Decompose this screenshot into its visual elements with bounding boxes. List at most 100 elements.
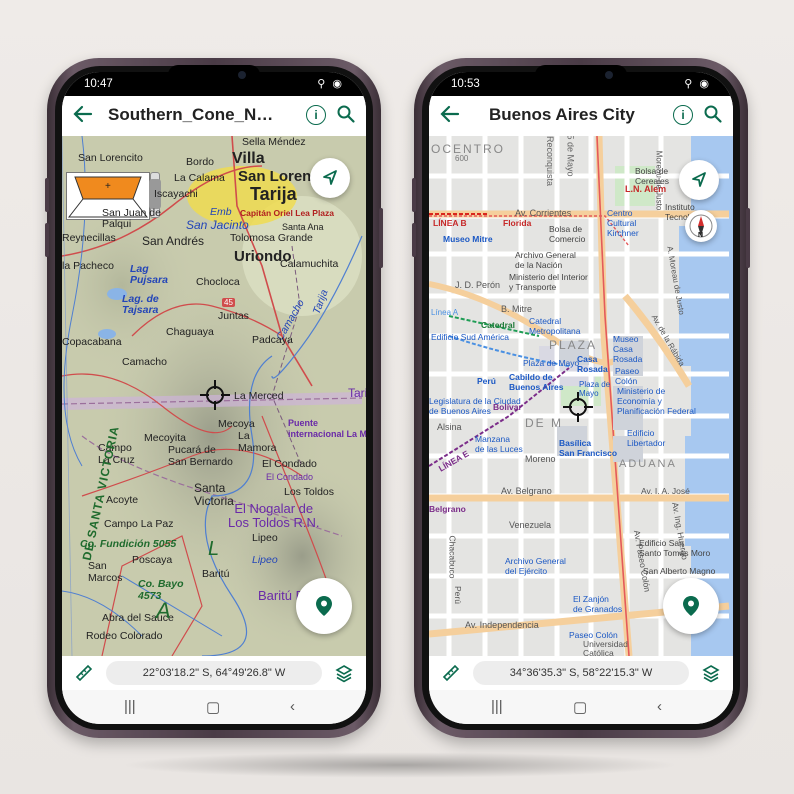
add-placemark-button[interactable] [663, 578, 719, 634]
map-label: J. D. Perón [455, 280, 501, 290]
map-label: Edificio Sud América [431, 332, 509, 342]
volume-button [412, 223, 416, 257]
map-label: la Pacheco [62, 260, 114, 272]
map-label: Venezuela [509, 520, 552, 530]
recents-icon[interactable]: ||| [491, 698, 503, 715]
camera-notch [535, 65, 627, 85]
map-label: Chocloca [196, 276, 240, 288]
map-label: La Calama [174, 172, 225, 184]
map-label: Ministerio del Interior y Transporte [509, 272, 588, 292]
map-label: El Nogalar de Los Toldos R.N. [228, 501, 320, 530]
coordinates-display[interactable]: 34°36'35.3" S, 58°22'15.3" W [473, 661, 689, 685]
map-label: PLAZA [549, 338, 598, 352]
layers-icon[interactable] [701, 663, 721, 688]
info-icon[interactable]: i [306, 105, 326, 125]
map-label: San Alberto Magno [643, 566, 716, 576]
map-label: Florida [503, 218, 532, 228]
map-label: Museo Casa Rosada [613, 334, 643, 364]
volume-button [45, 223, 49, 257]
map-label: 25 de Mayo [565, 136, 576, 177]
topographic-map[interactable]: + Sella Méndez San Lorencito Bordo Villa… [62, 136, 366, 656]
map-label: San Loren [238, 168, 312, 185]
right-phone: 10:53 ⚲ ◉ Buenos Aires City i OCENTRO Re… [412, 58, 750, 738]
status-time: 10:47 [84, 78, 113, 90]
ruler-icon[interactable] [74, 663, 94, 688]
map-label: Tolomosa Grande [230, 232, 313, 244]
volume-button [412, 178, 416, 212]
map-label: Av. I. A. José [641, 486, 690, 496]
map-label: Calamuchita [280, 258, 339, 270]
map-label: Bolsa de Comercio [549, 224, 586, 244]
map-label: Paseo Colón [615, 366, 640, 386]
map-label: Mecoya [218, 418, 255, 430]
map-label: Casa Rosada [577, 354, 608, 374]
svg-text:N: N [698, 232, 703, 239]
map-label: La Merced [234, 390, 284, 402]
map-label: Ministerio de Economía y Planificación F… [617, 386, 696, 416]
layers-icon[interactable] [334, 663, 354, 688]
search-icon[interactable] [703, 104, 723, 129]
map-label: Archivo General del Ejército [505, 556, 566, 576]
map-label: Av. Corrientes [515, 208, 572, 218]
map-label: Plaza de Mayo [523, 358, 580, 368]
map-label: Av. Independencia [465, 620, 539, 630]
ruler-icon[interactable] [441, 663, 461, 688]
map-label: B. Mitre [501, 304, 533, 314]
map-label: Santa Ana [282, 222, 324, 232]
map-title: Buenos Aires City [489, 105, 635, 124]
map-title: Southern_Cone_N… [108, 105, 274, 124]
map-label: Basílica San Francisco [559, 438, 618, 458]
home-icon[interactable]: ▢ [573, 698, 587, 716]
map-label: Perú [477, 376, 496, 386]
back-nav-icon[interactable]: ‹ [290, 698, 295, 715]
left-screen: 10:47 ⚲ ◉ Southern_Cone_N… i + Sella Mén… [62, 72, 366, 724]
add-placemark-button[interactable] [296, 578, 352, 634]
power-button [379, 208, 383, 268]
map-pin-icon [316, 596, 332, 616]
map-label: San Lorencito [78, 152, 143, 164]
svg-text:+: + [105, 181, 111, 192]
map-label: ADUANA [619, 458, 677, 470]
my-location-button[interactable] [679, 160, 719, 200]
map-label: Emb [210, 206, 232, 218]
map-label: Moreno [525, 454, 556, 464]
map-label: San Juan de Palqui [102, 207, 161, 230]
map-label: Bordo [186, 156, 215, 168]
map-label: Manzana de las Luces [475, 434, 523, 454]
map-label: Rodeo Colorado [86, 630, 163, 642]
volume-button [45, 178, 49, 212]
left-phone: 10:47 ⚲ ◉ Southern_Cone_N… i + Sella Mén… [45, 58, 383, 738]
map-label: Museo Mitre [443, 234, 493, 244]
map-label: Lag. de Tajsara [122, 293, 159, 316]
map-label: Acoyte [106, 494, 139, 506]
map-label: Lipeo [252, 532, 278, 544]
map-label: Tarija [250, 184, 297, 204]
map-label: Bolívar [493, 402, 522, 412]
map-label: Archivo General de la Nación [515, 250, 576, 270]
map-label: Catedral Metropolitana [529, 316, 581, 336]
back-arrow-icon[interactable] [72, 103, 94, 131]
map-label: Catedral [481, 320, 516, 330]
city-map[interactable]: OCENTRO Reconquista 25 de Mayo Bolsa de … [429, 136, 733, 656]
my-location-button[interactable] [310, 158, 350, 198]
search-icon[interactable] [336, 104, 356, 129]
home-icon[interactable]: ▢ [206, 698, 220, 716]
android-nav-bar: ||| ▢ ‹ [62, 690, 366, 724]
map-label: Iscayachi [154, 188, 198, 200]
map-label: San Andrés [142, 234, 205, 248]
map-label: San Jacinto [186, 218, 249, 232]
map-label: Chacabuco [447, 535, 458, 579]
back-arrow-icon[interactable] [439, 103, 461, 131]
coordinates-display[interactable]: 22°03'18.2" S, 64°49'26.8" W [106, 661, 322, 685]
map-label: 600 [455, 154, 469, 163]
compass-button[interactable]: N [685, 210, 717, 242]
map-label: Edificio Libertador [627, 428, 666, 448]
map-label: Cabildo de Buenos Aires [509, 372, 564, 392]
back-nav-icon[interactable]: ‹ [657, 698, 662, 715]
info-icon[interactable]: i [673, 105, 693, 125]
map-label: Lag Pujsara [130, 263, 168, 286]
map-label: Alsina [437, 422, 462, 432]
map-label: El Condado [262, 458, 317, 470]
recents-icon[interactable]: ||| [124, 698, 136, 715]
map-label: Poscaya [132, 554, 173, 566]
